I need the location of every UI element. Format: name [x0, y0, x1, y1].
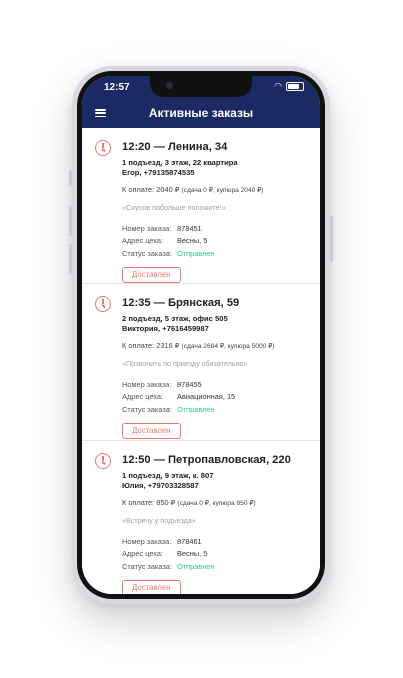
order-customer: Егор, +79135874535 — [122, 167, 195, 177]
orders-list[interactable]: 12:20 — Ленина, 34 1 подъезд, 3 этаж, 22… — [82, 128, 320, 594]
shop-address-row: Адрес цеха: Весны, 5 — [122, 548, 312, 561]
order-number-label: Номер заказа: — [122, 536, 172, 546]
page-title: Активные заказы — [148, 106, 254, 120]
shop-address-label: Адрес цеха: — [122, 549, 164, 559]
payment-amount: К оплате: 850 ₽ — [122, 498, 176, 507]
clock-icon — [95, 140, 111, 156]
order-address-line: 2 подъезд, 5 этаж, офис 505 — [122, 314, 228, 323]
order-comment: «Встречу у подъезда» — [122, 516, 196, 525]
payment-amount: К оплате: 2040 ₽ — [122, 185, 180, 194]
order-number-value: 878461 — [177, 536, 202, 546]
order-status-label: Статус заказа: — [122, 561, 172, 571]
order-content: 12:50 — Петропавловская, 220 1 подъезд, … — [122, 454, 312, 594]
order-headline: 12:20 — Ленина, 34 — [122, 141, 228, 153]
order-address-line: 1 подъезд, 3 этаж, 22 квартира — [122, 158, 238, 167]
order-customer: Виктория, +7616459987 — [122, 323, 209, 333]
shop-address-row: Адрес цеха: Авиационная, 15 — [122, 391, 312, 404]
order-status-row: Статус заказа: Отправлен — [122, 403, 312, 416]
order-number-row: Номер заказа: 878451 — [122, 222, 312, 235]
phone-screen: 12:57 ◠ Активные заказы 12:20 — Ленина, … — [82, 76, 320, 594]
order-status-label: Статус заказа: — [122, 248, 172, 258]
camera-notch — [150, 76, 252, 97]
payment-change: (сдача 2684 ₽, купюра 5000 ₽) — [181, 343, 275, 350]
order-card: 12:35 — Брянская, 59 2 подъезд, 5 этаж, … — [82, 284, 320, 441]
wifi-icon: ◠ — [274, 81, 282, 91]
mute-switch — [69, 170, 72, 186]
order-meta: Номер заказа: 878461 Адрес цеха: Весны, 5 … — [122, 535, 312, 573]
order-payment: К оплате: 850 ₽ (сдача 0 ₽, купюра 850 ₽… — [122, 498, 312, 507]
order-comment: «Позвонить по приезду обязательно» — [122, 359, 248, 368]
order-content: 12:20 — Ленина, 34 1 подъезд, 3 этаж, 22… — [122, 141, 312, 283]
order-number-label: Номер заказа: — [122, 223, 172, 233]
order-number-value: 878451 — [177, 223, 202, 233]
order-payment: К оплате: 2316 ₽ (сдача 2684 ₽, купюра 5… — [122, 341, 312, 350]
order-headline: 12:35 — Брянская, 59 — [122, 297, 240, 309]
status-icons: ◠ — [274, 82, 304, 91]
order-status-row: Статус заказа: Отправлен — [122, 560, 312, 573]
payment-change: (сдача 0 ₽, купюра 850 ₽) — [177, 500, 256, 507]
delivered-button[interactable]: Доставлен — [122, 422, 181, 439]
order-number-label: Номер заказа: — [122, 379, 172, 389]
order-content: 12:35 — Брянская, 59 2 подъезд, 5 этаж, … — [122, 297, 312, 439]
order-headline: 12:50 — Петропавловская, 220 — [122, 454, 291, 466]
order-card: 12:20 — Ленина, 34 1 подъезд, 3 этаж, 22… — [82, 128, 320, 284]
shop-address-value: Весны, 5 — [177, 549, 208, 559]
phone-bezel: 12:57 ◠ Активные заказы 12:20 — Ленина, … — [77, 71, 325, 599]
power-button — [330, 216, 333, 262]
volume-down-button — [69, 244, 72, 274]
order-status-value: Отправлен — [177, 404, 215, 414]
order-number-row: Номер заказа: 878461 — [122, 535, 312, 548]
order-number-row: Номер заказа: 878455 — [122, 378, 312, 391]
order-status-value: Отправлен — [177, 561, 215, 571]
delivered-button[interactable]: Доставлен — [122, 579, 181, 594]
camera-icon — [166, 82, 173, 89]
shop-address-row: Адрес цеха: Весны, 5 — [122, 235, 312, 248]
phone-frame: 12:57 ◠ Активные заказы 12:20 — Ленина, … — [69, 66, 333, 604]
clock-icon — [95, 296, 111, 312]
payment-amount: К оплате: 2316 ₽ — [122, 341, 180, 350]
order-meta: Номер заказа: 878451 Адрес цеха: Весны, 5 … — [122, 222, 312, 260]
order-meta: Номер заказа: 878455 Адрес цеха: Авиационн… — [122, 378, 312, 416]
order-number-value: 878455 — [177, 379, 202, 389]
order-status-label: Статус заказа: — [122, 404, 172, 414]
volume-up-button — [69, 206, 72, 236]
order-status-value: Отправлен — [177, 248, 215, 258]
order-address-line: 1 подъезд, 9 этаж, к. 807 — [122, 471, 214, 480]
shop-address-value: Авиационная, 15 — [177, 392, 236, 402]
app-header: 12:57 ◠ Активные заказы — [82, 76, 320, 128]
clock-icon — [95, 453, 111, 469]
order-customer: Юлия, +79703328587 — [122, 480, 199, 490]
order-comment: «Соусов побольше положите!» — [122, 203, 226, 212]
shop-address-label: Адрес цеха: — [122, 236, 164, 246]
delivered-button[interactable]: Доставлен — [122, 266, 181, 283]
shop-address-label: Адрес цеха: — [122, 392, 164, 402]
status-bar-time: 12:57 — [104, 82, 130, 93]
order-card: 12:50 — Петропавловская, 220 1 подъезд, … — [82, 441, 320, 594]
order-payment: К оплате: 2040 ₽ (сдача 0 ₽, купюра 2040… — [122, 185, 312, 194]
order-status-row: Статус заказа: Отправлен — [122, 247, 312, 260]
shop-address-value: Весны, 5 — [177, 236, 208, 246]
payment-change: (сдача 0 ₽, купюра 2040 ₽) — [181, 187, 264, 194]
battery-icon — [286, 82, 304, 91]
